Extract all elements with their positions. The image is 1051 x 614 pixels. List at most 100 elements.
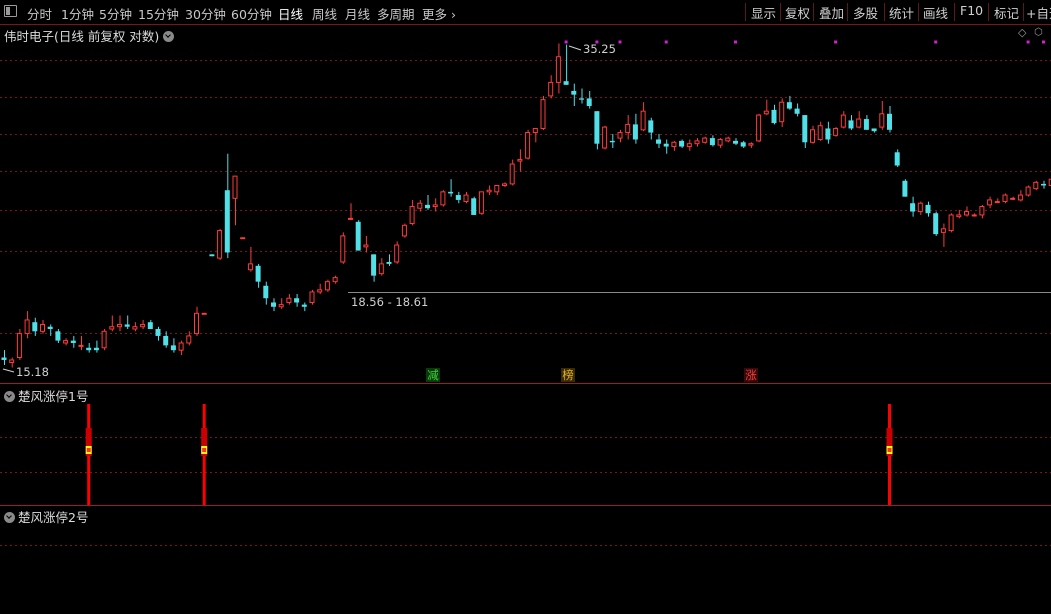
candle-body	[617, 132, 623, 139]
candle-body	[902, 180, 908, 197]
candle-body	[32, 322, 38, 332]
candle-body	[78, 344, 84, 347]
candle-body	[602, 126, 608, 149]
candle-body	[848, 120, 854, 129]
indicator-panel-1-title: 楚风涨停1号	[4, 386, 88, 405]
event-marker	[834, 40, 838, 44]
candle-body	[378, 263, 384, 275]
candle-body	[117, 323, 122, 328]
candle-body	[386, 261, 392, 264]
candle-body	[840, 114, 846, 128]
candle-body	[686, 143, 692, 148]
candle-body	[1033, 181, 1039, 190]
candle-body	[940, 228, 946, 233]
signal-bars	[85, 404, 893, 505]
signal-core	[202, 448, 207, 452]
chevron-down-icon[interactable]	[4, 512, 15, 523]
low-price-label: 15.18	[16, 365, 49, 379]
candle-body	[155, 329, 161, 336]
candle-body	[833, 127, 839, 136]
candle-body	[263, 285, 269, 299]
candle-body	[640, 110, 646, 131]
low-pointer	[2, 368, 15, 373]
candle-body	[671, 141, 677, 148]
candle-body	[810, 129, 815, 143]
candle-body	[717, 138, 723, 146]
candle-body	[786, 102, 792, 109]
candle-body	[925, 204, 931, 214]
candle-body	[201, 312, 207, 315]
candle-body	[163, 335, 169, 346]
candle-body	[979, 206, 985, 216]
candle-body	[863, 119, 869, 130]
candle-body	[340, 235, 346, 263]
candle-body	[956, 214, 962, 218]
candle-body	[509, 163, 515, 185]
candle-body	[794, 108, 800, 114]
event-marker	[664, 40, 668, 44]
event-marker	[564, 40, 568, 44]
candle-body	[856, 118, 862, 128]
candle-body	[948, 214, 954, 232]
candle-body	[24, 319, 30, 335]
high-pointer	[568, 45, 582, 51]
candle-body	[109, 326, 115, 330]
event-markers	[564, 40, 1045, 44]
candle-body	[887, 113, 892, 130]
candle-body	[363, 244, 369, 248]
candle-body	[825, 128, 831, 140]
candle-body	[455, 195, 461, 200]
candle-body	[594, 111, 600, 144]
candle-body	[933, 213, 939, 235]
candle-body	[694, 140, 700, 145]
candle-body	[394, 244, 400, 263]
candle-body	[409, 206, 415, 225]
candle-body	[286, 297, 292, 303]
candle-body	[1, 357, 7, 360]
event-tag-rise[interactable]: 涨	[744, 368, 758, 382]
candle-body	[702, 137, 708, 143]
candle-body	[255, 265, 261, 282]
candle-body	[355, 221, 361, 251]
candle-body	[656, 139, 661, 144]
candle-body	[371, 254, 377, 276]
candle-body	[478, 191, 484, 214]
candle-body	[748, 143, 754, 146]
candles	[1, 43, 1051, 368]
candle-body	[417, 202, 423, 209]
event-marker	[734, 40, 737, 44]
candle-body	[301, 304, 307, 307]
candle-body	[348, 217, 353, 220]
candle-body	[247, 263, 253, 271]
candle-body	[517, 159, 523, 162]
candle-body	[324, 281, 330, 291]
candle-body	[425, 204, 430, 209]
candle-body	[725, 137, 731, 142]
candle-body	[579, 98, 584, 100]
candle-body	[802, 115, 808, 143]
candle-body	[756, 114, 762, 142]
candle-body	[309, 291, 315, 303]
signal-core	[887, 448, 892, 452]
candle-body	[16, 333, 22, 359]
event-marker	[618, 40, 622, 44]
candle-body	[779, 101, 785, 123]
candle-body	[625, 123, 631, 134]
candle-body	[1002, 194, 1008, 203]
candle-body	[917, 202, 923, 213]
indicator-1-name: 楚风涨停1号	[18, 389, 89, 404]
candle-body	[332, 277, 338, 283]
candle-body	[964, 211, 969, 216]
candle-body	[294, 298, 300, 303]
candle-body	[440, 191, 446, 206]
candle-body	[132, 326, 138, 330]
event-marker	[1042, 40, 1045, 44]
candle-body	[871, 128, 877, 132]
candle-body	[586, 98, 592, 107]
event-tag-reduce[interactable]: 减	[426, 368, 440, 382]
candle-body	[609, 140, 615, 143]
candle-body	[178, 342, 184, 351]
candle-body	[70, 340, 76, 343]
event-tag-list[interactable]: 榜	[561, 368, 575, 382]
chevron-down-icon[interactable]	[4, 391, 15, 402]
